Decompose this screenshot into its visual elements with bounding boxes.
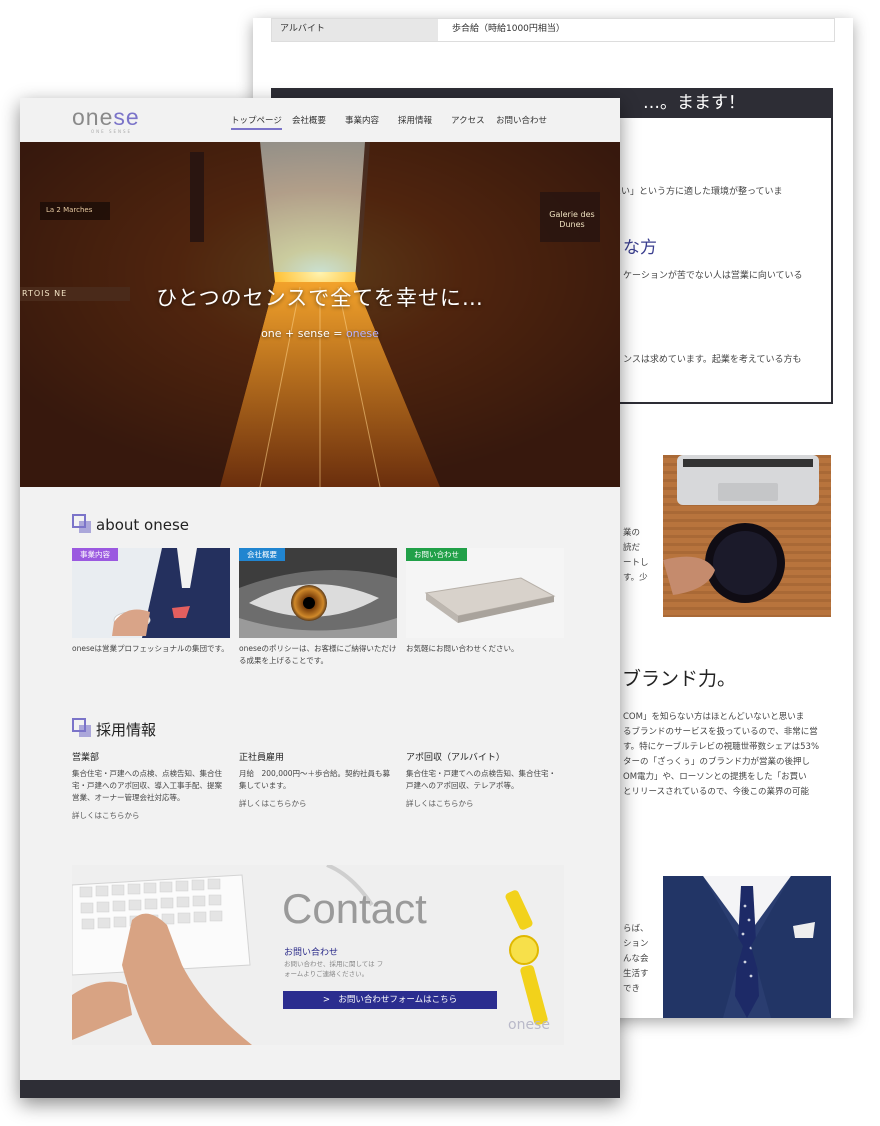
recruit-parttime-link[interactable]: 詳しくはこちらから (406, 798, 562, 809)
card-contact-text: お気軽にお問い合わせください。 (406, 644, 519, 653)
recruit-fulltime-head: 正社員雇用 (239, 753, 285, 763)
recruit-fulltime: 正社員雇用 月給 200,000円〜＋歩合給。契約社員も募集しています。 詳しく… (239, 750, 395, 809)
back-big-heading: とブランド力。 (603, 668, 737, 690)
back-text-3: ンスは求めています。起業を考えている方も (623, 355, 802, 365)
card-business-text: oneseは営業プロフェッショナルの集団です。 (72, 644, 229, 653)
contact-form-button[interactable]: > お問い合わせフォームはこちら (283, 991, 497, 1009)
salary-key: アルバイト (272, 19, 438, 41)
salary-row: アルバイト 歩合給（時給1000円相当） (271, 18, 835, 42)
contact-big-title: Contact (282, 885, 427, 932)
badge-business: 事業内容 (72, 548, 118, 561)
salary-value: 歩合給（時給1000円相当） (452, 24, 565, 34)
about-section-icon (72, 514, 91, 533)
nav-business[interactable]: 事業内容 (345, 114, 379, 126)
recruit-parttime: アポ回収（アルバイト） 集合住宅・戸建てへの点検告知、集合住宅・戸建へのアポ回収… (406, 750, 562, 809)
back-heading-frag: な方 (623, 238, 657, 258)
nav-company[interactable]: 会社概要 (292, 114, 326, 126)
card-company-image[interactable]: 会社概要 (239, 548, 397, 638)
recruit-title: 採用情報 (96, 721, 157, 739)
recruit-fulltime-body: 月給 200,000円〜＋歩合給。契約社員も募集しています。 (239, 769, 391, 790)
contact-banner: Contact お問い合わせ お問い合わせ、採用に関しては フォームよりご連絡く… (72, 865, 564, 1045)
card-company-text: oneseのポリシーは、お客様にご納得いただける成果を上げることです。 (239, 644, 397, 665)
card-company[interactable]: 会社概要 oneseのポリシーは、お客様にご納得いただける成果を上げることです。 (239, 548, 397, 667)
badge-contact: お問い合わせ (406, 548, 467, 561)
sign-marches: La 2 Marches (46, 206, 93, 214)
about-title: about onese (96, 516, 190, 534)
recruit-sales-link[interactable]: 詳しくはこちらから (72, 810, 228, 821)
logo-subtitle: ONE SENSE (91, 129, 133, 134)
contact-small-text: お問い合わせ、採用に関しては フォームよりご連絡ください。 (284, 960, 384, 978)
hero-image: Galerie des Dunes La 2 Marches RTOIS NE … (20, 142, 620, 487)
contact-watermark-logo: onese (508, 1017, 550, 1033)
recruit-parttime-head: アポ回収（アルバイト） (406, 753, 505, 763)
site-footer (20, 1080, 620, 1098)
back-text-1: ぎたい」という方に適した環境が整っていま (603, 187, 783, 197)
back-paragraph: COM」を知らない方はほとんどいないと思いま るブランドのサービスを扱っているので… (623, 712, 820, 797)
card-contact[interactable]: お問い合わせ お気軽にお問い合わせください。 (406, 548, 564, 655)
hero-subtitle: one + sense = onese (261, 327, 379, 340)
recruit-fulltime-link[interactable]: 詳しくはこちらから (239, 798, 395, 809)
card-business-image[interactable]: 事業内容 (72, 548, 230, 638)
nav-recruit[interactable]: 採用情報 (398, 114, 432, 126)
site-header: onese ONE SENSE トップページ 会社概要 事業内容 採用情報 アク… (20, 98, 620, 142)
badge-company: 会社概要 (239, 548, 285, 561)
recruit-sales: 営業部 集合住宅・戸建への点検、点検告知、集合住宅・戸建へのアポ回収、導入工事手… (72, 750, 228, 821)
recruit-parttime-body: 集合住宅・戸建てへの点検告知、集合住宅・戸建へのアポ回収、テレアポ等。 (406, 769, 556, 790)
back-text-2: ケーションが苦でない人は営業に向いている (623, 271, 803, 281)
nav-top-page[interactable]: トップページ (231, 114, 282, 130)
card-contact-image[interactable]: お問い合わせ (406, 548, 564, 638)
recruit-section-icon (72, 718, 91, 737)
card-business[interactable]: 事業内容 oneseは営業プロフェッショナルの集団です。 (72, 548, 230, 655)
suit-photo (663, 876, 831, 1018)
contact-label: お問い合わせ (284, 948, 339, 958)
site-logo[interactable]: onese (72, 104, 140, 131)
recruit-sales-body: 集合住宅・戸建への点検、点検告知、集合住宅・戸建へのアポ回収、導入工事手配、提案… (72, 769, 222, 802)
recruit-sales-head: 営業部 (72, 753, 100, 763)
sign-galerie: Galerie des Dunes (549, 210, 595, 229)
back-left-frags: 業の 読だ ートし す。少 (623, 528, 649, 583)
back-frags-4: らば、 ション んな会 生活す でき (623, 924, 649, 994)
hero-title: ひとつのセンスで全てを幸せに… (156, 286, 484, 310)
coffee-laptop-photo (663, 455, 831, 617)
front-page: onese ONE SENSE トップページ 会社概要 事業内容 採用情報 アク… (20, 98, 620, 1098)
nav-access[interactable]: アクセス (451, 114, 485, 126)
nav-contact[interactable]: お問い合わせ (496, 114, 547, 126)
